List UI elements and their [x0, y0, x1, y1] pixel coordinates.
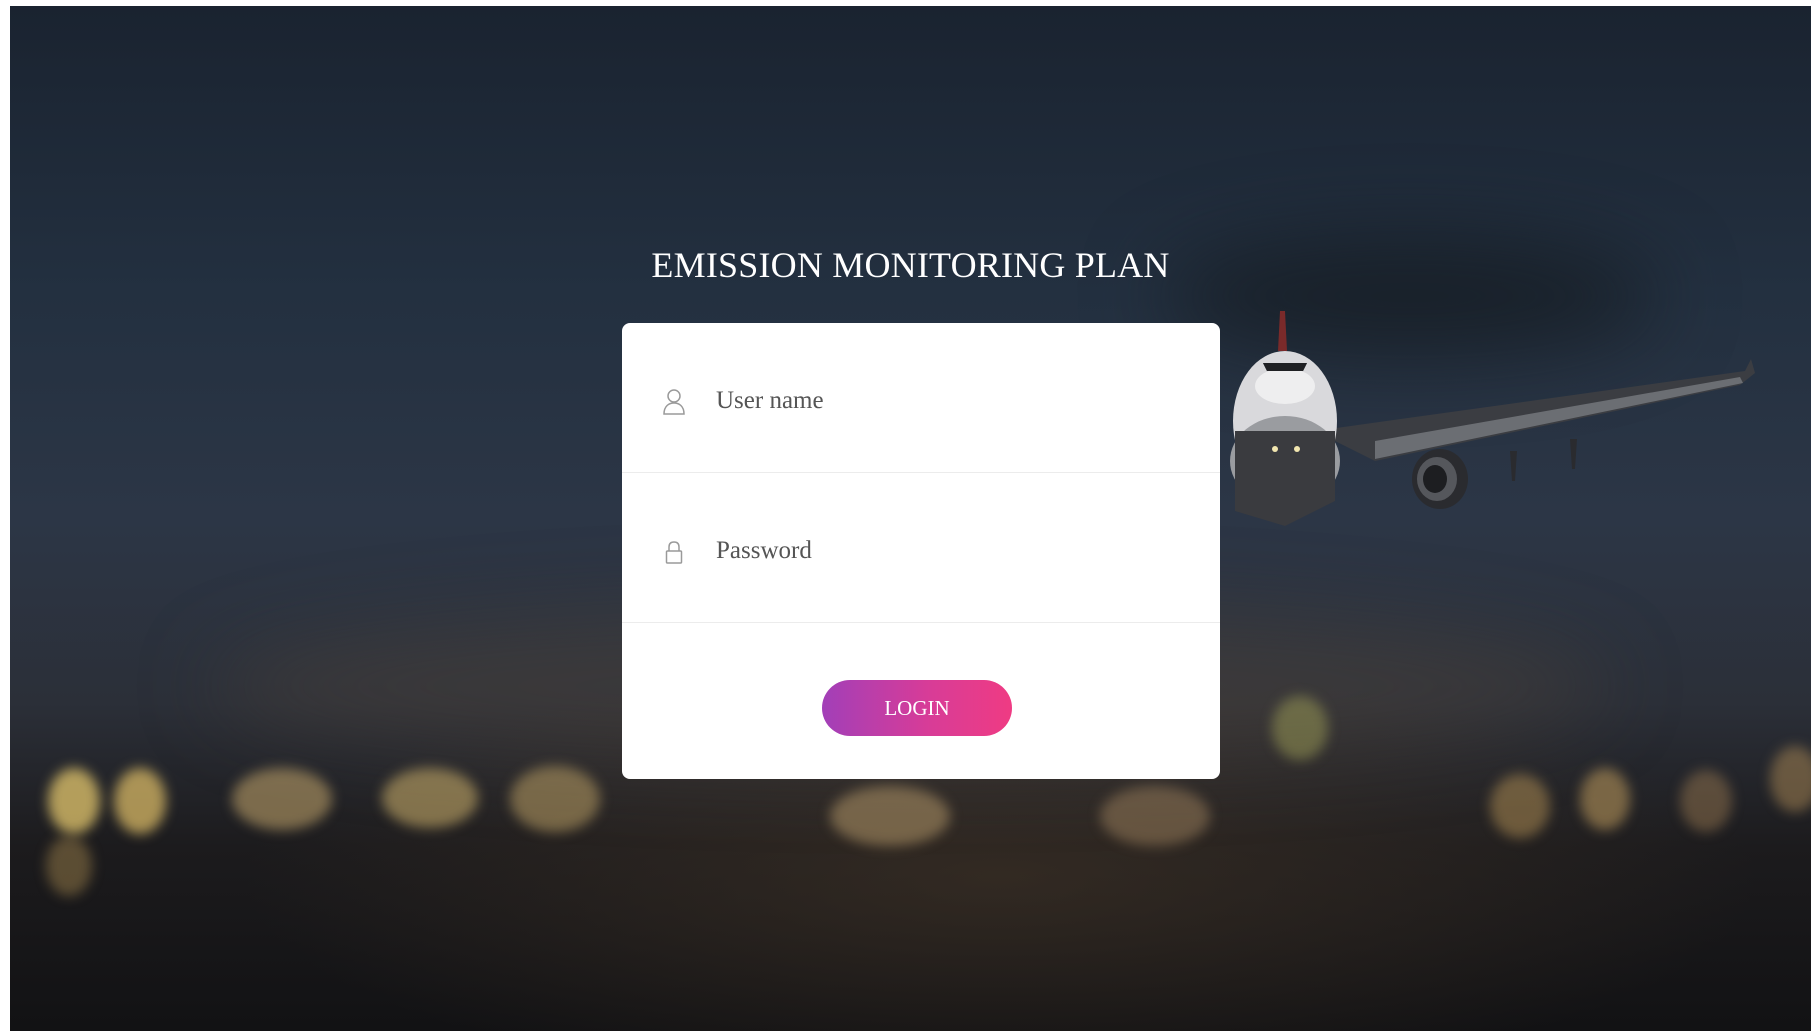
login-card: LOGIN	[622, 323, 1220, 779]
password-input[interactable]	[716, 531, 1176, 571]
page-title: EMISSION MONITORING PLAN	[651, 245, 1170, 285]
user-icon	[663, 389, 685, 415]
bokeh-light	[510, 766, 600, 832]
bokeh-light	[232, 768, 332, 830]
bokeh-light	[114, 768, 166, 834]
login-button[interactable]: LOGIN	[822, 680, 1012, 736]
bokeh-light	[830, 786, 950, 846]
username-input[interactable]	[716, 381, 1176, 421]
bokeh-light	[46, 836, 92, 896]
username-field-row	[622, 323, 1220, 473]
lock-icon	[665, 541, 683, 564]
bokeh-light	[1770, 746, 1811, 812]
airplane-image	[1230, 311, 1755, 526]
password-field-row	[622, 473, 1220, 623]
bokeh-light	[1490, 774, 1550, 838]
bokeh-light	[48, 768, 100, 834]
bokeh-light	[1272, 696, 1328, 760]
background-scene: EMISSION MONITORING PLAN LOGIN	[10, 6, 1811, 1031]
bokeh-light	[382, 768, 478, 828]
bokeh-light	[1580, 768, 1630, 830]
bokeh-light	[1680, 770, 1732, 832]
bokeh-light	[1100, 786, 1210, 846]
